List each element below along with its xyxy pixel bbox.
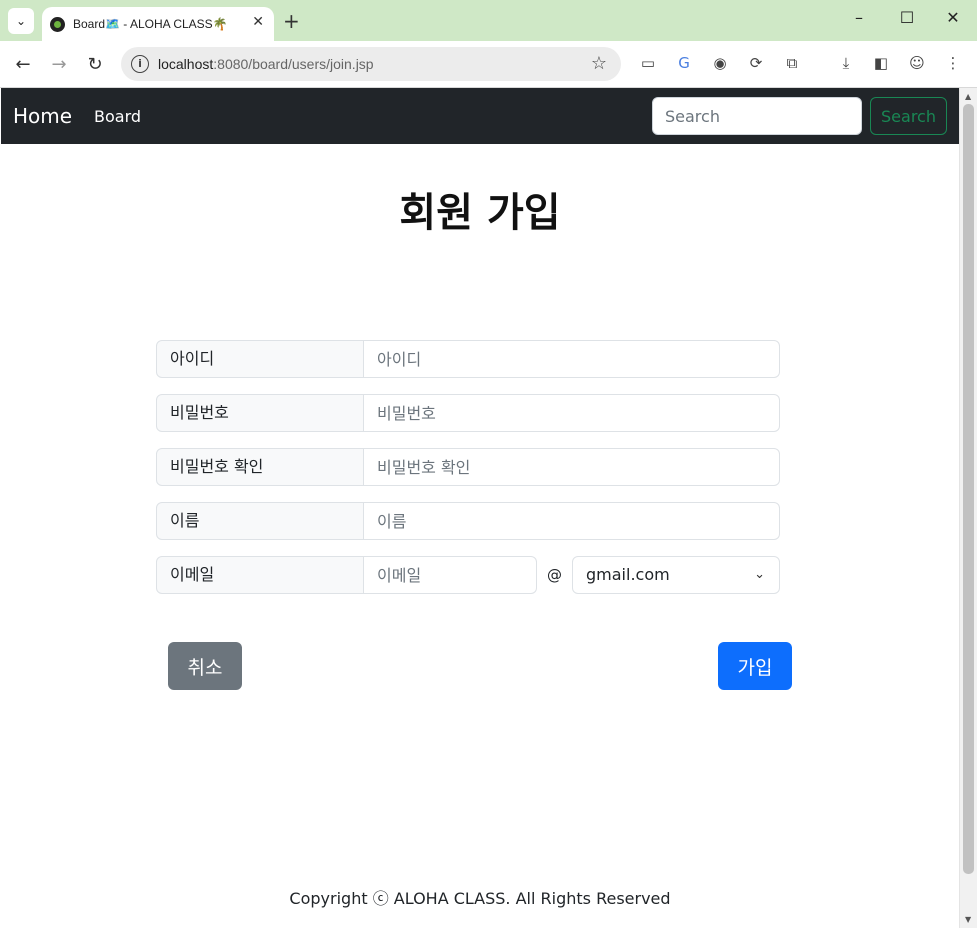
scroll-thumb[interactable] (963, 104, 974, 874)
sidebar-icon[interactable]: ◧ (871, 53, 891, 73)
email-domain-select[interactable]: gmail.com ⌄ (572, 556, 780, 594)
join-button[interactable]: 가입 (718, 642, 792, 690)
url-text[interactable]: localhost:8080/board/users/join.jsp (158, 56, 374, 72)
name-input[interactable] (364, 502, 780, 540)
name-row: 이름 (156, 502, 780, 540)
reload-icon[interactable]: ↻ (84, 54, 106, 75)
browser-tab-bar: ⌄ Board🗺️ - ALOHA CLASS🌴 ✕ + – ☐ ✕ (0, 0, 977, 41)
window-close-icon[interactable]: ✕ (941, 8, 965, 27)
email-row: 이메일 @ gmail.com ⌄ (156, 556, 780, 594)
download-icon[interactable]: ⤓ (836, 53, 856, 73)
favicon-icon (50, 16, 65, 32)
at-sign: @ (547, 566, 562, 584)
navbar: Home Board Search (1, 88, 959, 144)
search-input[interactable] (652, 97, 862, 135)
browser-toolbar: ← → ↻ i localhost:8080/board/users/join.… (0, 41, 977, 88)
password-input[interactable] (364, 394, 780, 432)
password-row: 비밀번호 (156, 394, 780, 432)
password-confirm-label: 비밀번호 확인 (156, 448, 364, 486)
translate-icon[interactable]: G (674, 53, 694, 73)
scroll-down-icon[interactable]: ▼ (965, 915, 971, 924)
tab-close-icon[interactable]: ✕ (252, 14, 264, 30)
tab-title: Board🗺️ - ALOHA CLASS🌴 (73, 17, 228, 31)
id-input[interactable] (364, 340, 780, 378)
password-confirm-input[interactable] (364, 448, 780, 486)
id-label: 아이디 (156, 340, 364, 378)
bookmark-star-icon[interactable]: ☆ (591, 53, 607, 74)
browser-tab[interactable]: Board🗺️ - ALOHA CLASS🌴 ✕ (42, 7, 274, 41)
scrollbar[interactable]: ▲ ▼ (959, 88, 977, 928)
maximize-icon[interactable]: ☐ (895, 8, 919, 27)
new-tab-icon[interactable]: + (283, 9, 300, 33)
id-row: 아이디 (156, 340, 780, 378)
chevron-down-icon: ⌄ (754, 567, 765, 582)
tab-search-icon[interactable]: ⌄ (8, 8, 34, 34)
extensions-icon[interactable]: ⧉ (782, 53, 802, 73)
menu-icon[interactable]: ⋮ (943, 53, 963, 73)
minimize-icon[interactable]: – (847, 8, 871, 27)
camera-icon[interactable]: ◉ (710, 53, 730, 73)
navbar-brand[interactable]: Home (13, 104, 72, 128)
sync-icon[interactable]: ⟳ (746, 53, 766, 73)
profile-icon[interactable]: ☺ (907, 53, 927, 73)
page-title: 회원 가입 (399, 190, 561, 236)
cast-icon[interactable]: ▭ (638, 53, 658, 73)
page-viewport: Home Board Search 회원 가입 아이디 비밀번호 비밀번호 확인… (1, 88, 959, 928)
cancel-button[interactable]: 취소 (168, 642, 242, 690)
footer-copyright: Copyright ⓒ ALOHA CLASS. All Rights Rese… (289, 889, 671, 908)
email-domain-value: gmail.com (586, 565, 670, 584)
forward-icon[interactable]: → (48, 54, 70, 75)
email-label: 이메일 (156, 556, 364, 594)
site-info-icon[interactable]: i (131, 55, 149, 73)
scroll-up-icon[interactable]: ▲ (965, 92, 971, 101)
address-bar[interactable]: i localhost:8080/board/users/join.jsp ☆ (121, 47, 621, 81)
email-input[interactable] (364, 556, 537, 594)
search-button[interactable]: Search (870, 97, 947, 135)
back-icon[interactable]: ← (12, 54, 34, 75)
password-confirm-row: 비밀번호 확인 (156, 448, 780, 486)
password-label: 비밀번호 (156, 394, 364, 432)
name-label: 이름 (156, 502, 364, 540)
nav-link-board[interactable]: Board (94, 107, 141, 126)
